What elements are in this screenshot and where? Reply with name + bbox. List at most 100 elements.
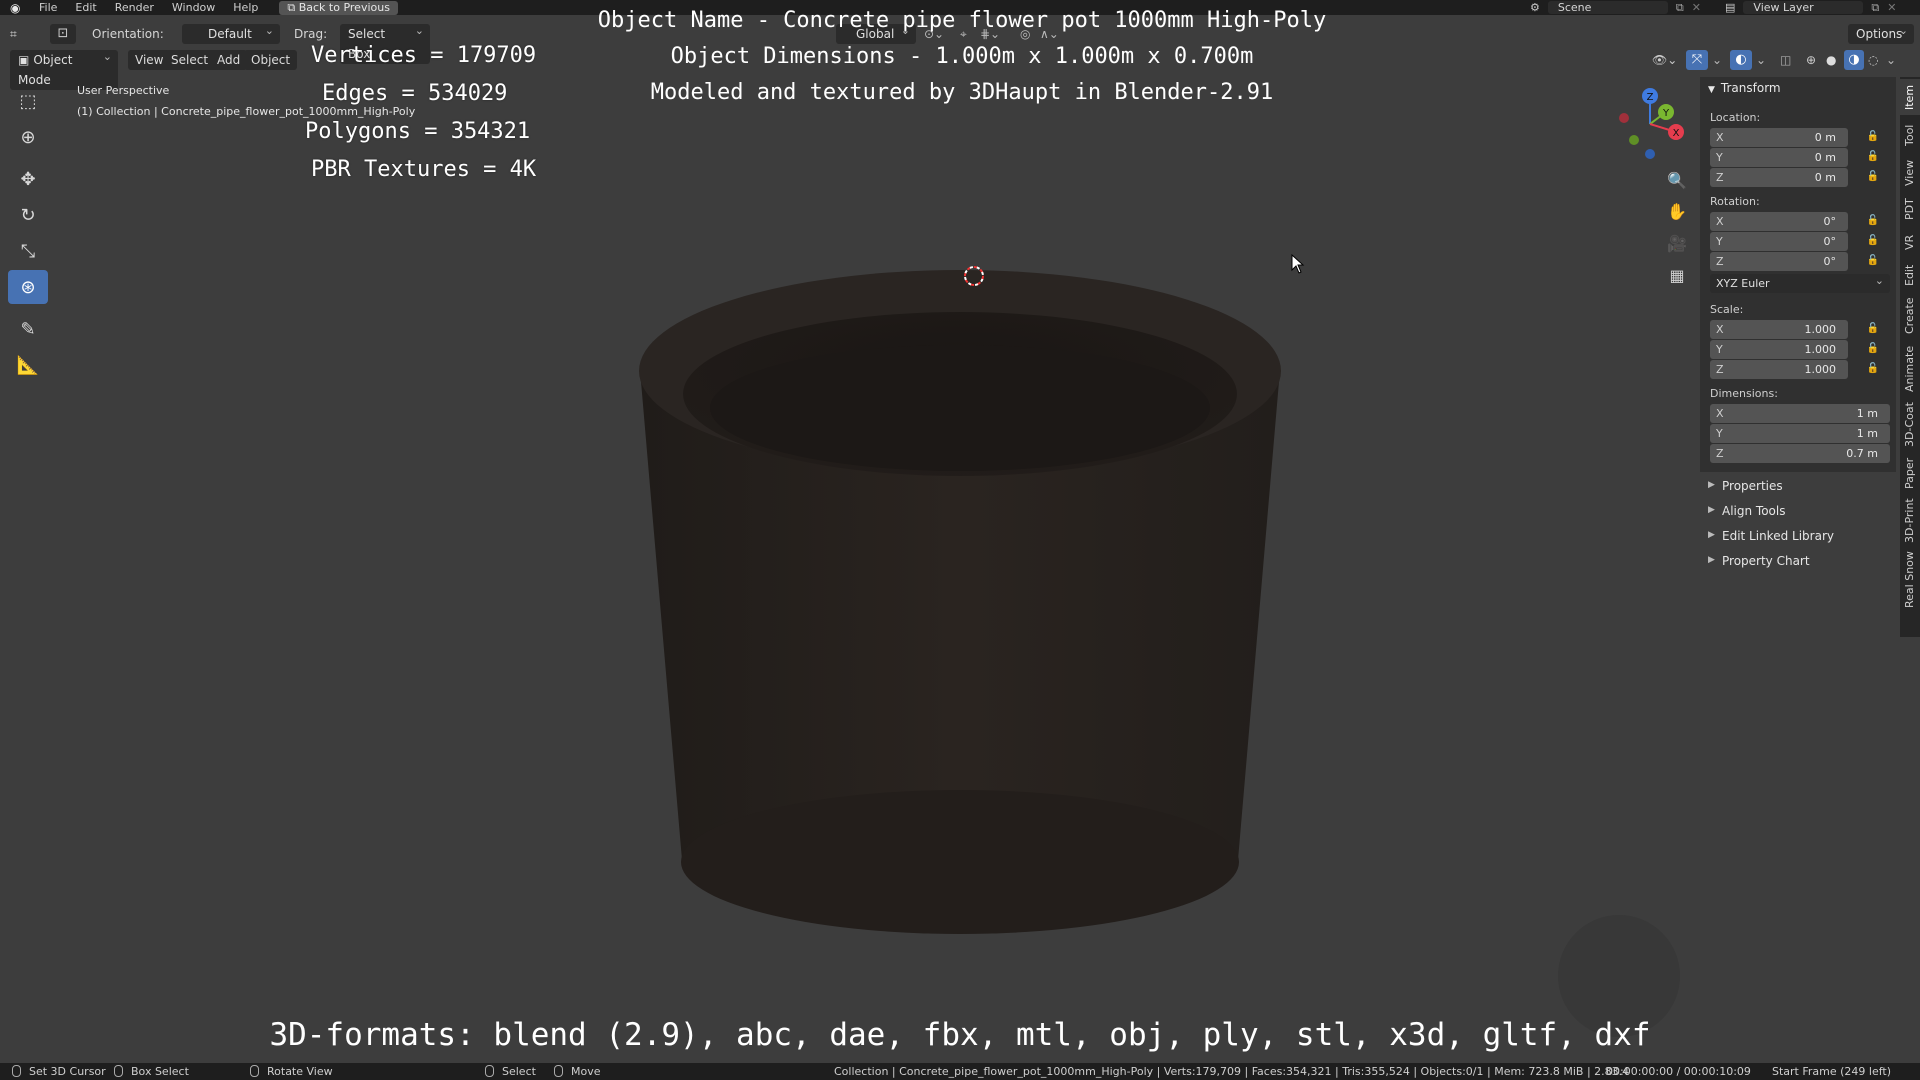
tab-pdt[interactable]: PDT [1900, 193, 1920, 225]
tab-item[interactable]: Item [1900, 79, 1920, 115]
tab-create[interactable]: Create [1900, 293, 1920, 339]
tab-edit[interactable]: Edit [1900, 259, 1920, 291]
back-to-previous-button[interactable]: ⧉ Back to Previous [279, 0, 398, 15]
axis-label: Y [1716, 235, 1723, 248]
solid-shading-icon[interactable]: ● [1826, 50, 1836, 70]
tab-3d-print[interactable]: 3D-Print [1900, 495, 1920, 547]
menu-file[interactable]: File [30, 0, 66, 15]
lock-icon[interactable]: 🔓 [1866, 215, 1880, 229]
dimensions-x-field[interactable]: X 1 m [1710, 404, 1890, 423]
tab-paper[interactable]: Paper [1900, 453, 1920, 493]
lock-icon[interactable]: 🔓 [1866, 363, 1880, 377]
view-layer-field[interactable]: View Layer [1743, 1, 1864, 14]
flower-pot-model[interactable] [620, 250, 1300, 940]
scene-icon[interactable]: ⚙ [1530, 1, 1540, 14]
scale-z-field[interactable]: Z 1.000 [1710, 360, 1848, 379]
pan-view-icon[interactable]: ✋ [1664, 199, 1690, 225]
gizmo-dropdown-icon[interactable]: ⌄ [1712, 50, 1722, 70]
field-value: 1.000 [1804, 363, 1837, 376]
lock-icon[interactable]: 🔓 [1866, 323, 1880, 337]
location-z-field[interactable]: Z 0 m [1710, 168, 1848, 187]
properties-subpanel[interactable]: ▶ Properties [1700, 476, 1896, 498]
dimensions-z-field[interactable]: Z 0.7 m [1710, 444, 1890, 463]
lock-icon[interactable]: 🔓 [1866, 255, 1880, 269]
overlays-toggle-icon[interactable]: ◐ [1730, 50, 1752, 70]
select-menu[interactable]: Select [164, 50, 216, 70]
wireframe-shading-icon[interactable]: ⊕ [1806, 50, 1816, 70]
transform-panel-header[interactable]: ▼ Transform [1708, 81, 1781, 95]
options-dropdown[interactable]: Options [1848, 21, 1914, 44]
editor-type-icon[interactable]: ⌗ [10, 24, 17, 44]
expand-arrow-icon: ▶ [1708, 505, 1715, 515]
blender-logo-icon[interactable]: ◉ [10, 1, 24, 15]
rendered-shading-icon[interactable]: ◌ [1868, 50, 1878, 70]
scene-field[interactable]: Scene [1547, 1, 1668, 14]
rotation-x-field[interactable]: X 0° [1710, 212, 1848, 231]
field-value: 0 m [1814, 131, 1836, 144]
gizmo-neg-x-axis[interactable] [1619, 113, 1629, 123]
gizmo-neg-y-axis[interactable] [1629, 135, 1639, 145]
edit-linked-library-subpanel[interactable]: ▶ Edit Linked Library [1700, 526, 1896, 548]
3d-cursor-icon[interactable] [963, 265, 985, 287]
orientation-dropdown[interactable]: Default [182, 21, 280, 44]
view-layer-selector: ▤ View Layer ⧉ ✕ [1725, 0, 1896, 15]
sidebar-tabs: Item Tool View PDT VR Edit Create Animat… [1900, 77, 1920, 637]
menu-window[interactable]: Window [163, 0, 224, 15]
lock-icon[interactable]: 🔓 [1866, 235, 1880, 249]
property-chart-subpanel[interactable]: ▶ Property Chart [1700, 551, 1896, 573]
axis-label: Y [1716, 343, 1723, 356]
view-layer-icon[interactable]: ▤ [1725, 1, 1735, 14]
rotation-mode-dropdown[interactable]: XYZ Euler [1710, 274, 1890, 293]
menu-render[interactable]: Render [106, 0, 163, 15]
tab-real-snow[interactable]: Real Snow [1900, 549, 1920, 611]
select-box-tool-icon[interactable]: ⬚ [8, 84, 48, 118]
lock-icon[interactable]: 🔓 [1866, 131, 1880, 145]
pot-inner-shadow [710, 345, 1210, 471]
lock-icon[interactable]: 🔓 [1866, 151, 1880, 165]
add-menu[interactable]: Add [210, 50, 248, 70]
zoom-view-icon[interactable]: 🔍 [1664, 168, 1690, 194]
ortho-toggle-icon[interactable]: ▦ [1664, 263, 1690, 289]
tab-tool[interactable]: Tool [1900, 117, 1920, 153]
menu-edit[interactable]: Edit [66, 0, 105, 15]
delete-scene-icon[interactable]: ✕ [1692, 1, 1701, 14]
overlays-dropdown-icon[interactable]: ⌄ [1756, 50, 1766, 70]
visibility-icon[interactable]: 👁⌄ [1652, 50, 1677, 70]
menu-help[interactable]: Help [224, 0, 267, 15]
navigation-gizmo[interactable]: Z Y X [1610, 84, 1690, 164]
tab-vr[interactable]: VR [1900, 227, 1920, 257]
align-tools-subpanel[interactable]: ▶ Align Tools [1700, 501, 1896, 523]
tab-view[interactable]: View [1900, 155, 1920, 191]
xray-icon[interactable]: ◫ [1780, 50, 1791, 70]
gizmo-toggle-icon[interactable]: ⤧ [1686, 50, 1708, 70]
field-value: 1 m [1856, 407, 1878, 420]
shading-dropdown-icon[interactable]: ⌄ [1886, 50, 1896, 70]
location-x-field[interactable]: X 0 m [1710, 128, 1848, 147]
scale-tool-icon[interactable]: ⤡ [8, 234, 48, 268]
delete-view-layer-icon[interactable]: ✕ [1887, 1, 1896, 14]
rotation-y-field[interactable]: Y 0° [1710, 232, 1848, 251]
new-view-layer-icon[interactable]: ⧉ [1871, 1, 1879, 15]
transform-tool-icon[interactable]: ⊛ [8, 270, 48, 304]
move-tool-icon[interactable]: ✥ [8, 162, 48, 196]
new-scene-icon[interactable]: ⧉ [1676, 1, 1684, 15]
move-label: Move [571, 1065, 601, 1078]
measure-tool-icon[interactable]: 📐 [8, 348, 48, 382]
tab-3d-coat[interactable]: 3D-Coat [1900, 399, 1920, 451]
scale-y-field[interactable]: Y 1.000 [1710, 340, 1848, 359]
gizmo-neg-z-axis[interactable] [1645, 149, 1655, 159]
cursor-tool-icon[interactable]: ⊕ [8, 120, 48, 154]
active-tool-icon[interactable]: ⊡ [50, 24, 76, 44]
rotate-tool-icon[interactable]: ↻ [8, 198, 48, 232]
lock-icon[interactable]: 🔓 [1866, 343, 1880, 357]
annotate-tool-icon[interactable]: ✎ [8, 312, 48, 346]
tab-animate[interactable]: Animate [1900, 341, 1920, 397]
dimensions-y-field[interactable]: Y 1 m [1710, 424, 1890, 443]
rotation-z-field[interactable]: Z 0° [1710, 252, 1848, 271]
object-menu[interactable]: Object [244, 50, 298, 70]
material-shading-icon[interactable]: ◑ [1844, 50, 1864, 70]
location-y-field[interactable]: Y 0 m [1710, 148, 1848, 167]
scale-x-field[interactable]: X 1.000 [1710, 320, 1848, 339]
lock-icon[interactable]: 🔓 [1866, 171, 1880, 185]
camera-view-icon[interactable]: 🎥 [1664, 231, 1690, 257]
